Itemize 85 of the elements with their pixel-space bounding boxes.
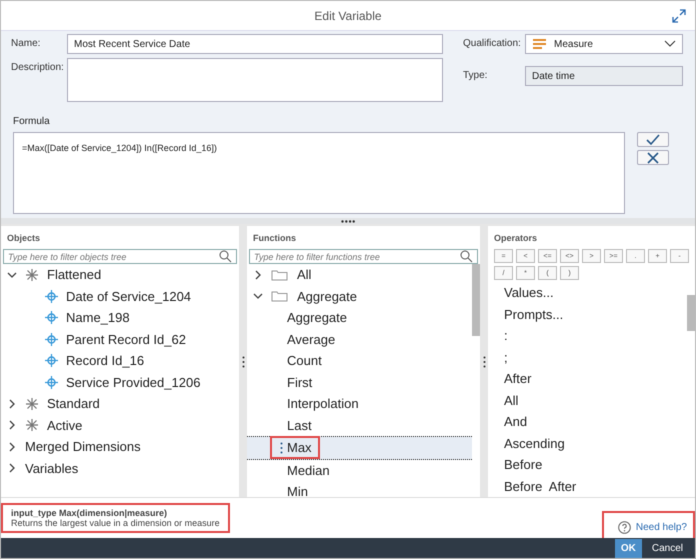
function-item[interactable]: Max [247,436,472,460]
folder-icon [271,290,289,302]
qualification-label: Qualification: [463,37,522,49]
type-field: Date time [525,66,683,86]
operator-item[interactable]: After [488,368,687,390]
type-label: Type: [463,69,488,81]
dimension-icon [45,332,58,346]
function-item[interactable]: Average [247,328,472,350]
check-icon [646,134,660,146]
scrollbar-thumb[interactable] [472,264,480,336]
operator-item[interactable]: : [488,325,687,346]
chevron-down-icon[interactable] [7,270,17,280]
window-title: Edit Variable [314,8,382,22]
chevron-right-icon[interactable] [7,398,17,409]
operator-item[interactable]: All [488,390,687,411]
chevron-down-icon[interactable] [253,291,263,302]
operators-title: Operators [493,232,538,245]
tree-item[interactable]: Standard [1,393,239,414]
operator-item[interactable]: Before [488,454,687,476]
asterisk-icon [25,268,39,282]
ok-button[interactable]: OK [614,538,642,558]
dimension-icon [45,354,58,368]
splitter-handle-icon[interactable] [341,220,355,222]
resize-handle-icon[interactable] [482,356,486,368]
tree-item[interactable]: Name_198 [1,307,239,328]
dimension-icon [45,311,58,324]
expand-icon[interactable] [672,9,686,23]
function-item[interactable]: First [247,372,472,393]
asterisk-icon [25,396,39,411]
tree-item[interactable]: Service Provided_1206 [1,372,239,393]
objects-title: Objects [6,232,42,245]
function-description: Returns the largest value in a dimension or measure [11,518,220,528]
asterisk-icon [25,418,39,432]
chevron-right-icon[interactable] [7,420,17,430]
operator-item[interactable]: ; [488,346,687,368]
functions-search-field[interactable]: Type here to filter functions tree [249,249,478,264]
validate-button[interactable] [637,132,669,147]
help-icon [618,520,631,534]
tree-item[interactable]: Flattened [1,264,239,286]
formula-label: Formula [1,114,695,132]
tree-item[interactable]: Parent Record Id_62 [1,328,239,350]
tree-item[interactable]: Date of Service_1204 [1,286,239,307]
chevron-right-icon[interactable] [7,463,17,474]
chevron-down-icon [664,40,676,48]
function-item[interactable]: Last [247,414,472,436]
function-item[interactable]: Min [247,481,472,497]
help-link[interactable]: Need help? [604,512,693,538]
tree-item[interactable]: Variables [1,458,239,479]
qualification-dropdown[interactable]: Measure [525,34,683,54]
objects-search-field[interactable]: Type here to filter objects tree [3,249,237,264]
function-item[interactable]: Aggregate [247,307,472,328]
tree-item[interactable]: Record Id_16 [1,350,239,372]
chevron-right-icon[interactable] [7,442,17,452]
tree-item[interactable]: All [247,264,472,286]
tree-item[interactable]: Active [1,414,239,436]
description-label: Description: [11,61,65,73]
operator-item[interactable]: Values... [488,282,687,304]
dimension-icon [45,290,58,303]
clear-button[interactable] [637,150,669,165]
resize-handle-icon[interactable] [242,356,244,368]
folder-icon [271,268,289,281]
drag-handle-icon [280,442,283,454]
operator-item[interactable]: Before After [488,476,687,497]
function-item[interactable]: Count [247,350,472,372]
description-field[interactable] [67,58,443,102]
operator-item[interactable]: And [488,411,687,432]
name-field[interactable]: Most Recent Service Date [67,34,443,54]
functions-title: Functions [252,232,297,245]
scrollbar-thumb[interactable] [687,295,695,331]
tree-item[interactable]: Merged Dimensions [1,436,239,458]
operator-item[interactable]: Ascending [488,432,687,454]
formula-editor[interactable]: =Max([Date of Service_1204]) In([Record Id_16]) [13,132,625,214]
close-icon [647,152,659,164]
search-icon [219,250,232,263]
cancel-button[interactable]: Cancel [646,538,689,558]
measure-icon [532,38,548,50]
name-label: Name: [11,37,42,49]
search-icon [460,250,473,263]
operator-item[interactable]: Prompts... [488,304,687,325]
function-signature: input_type Max(dimension|measure) [11,508,168,518]
function-item[interactable]: Interpolation [247,393,472,414]
dimension-icon [45,376,58,389]
chevron-right-icon[interactable] [253,270,263,280]
function-item[interactable]: Median [247,460,472,481]
tree-item[interactable]: Aggregate [247,286,472,307]
